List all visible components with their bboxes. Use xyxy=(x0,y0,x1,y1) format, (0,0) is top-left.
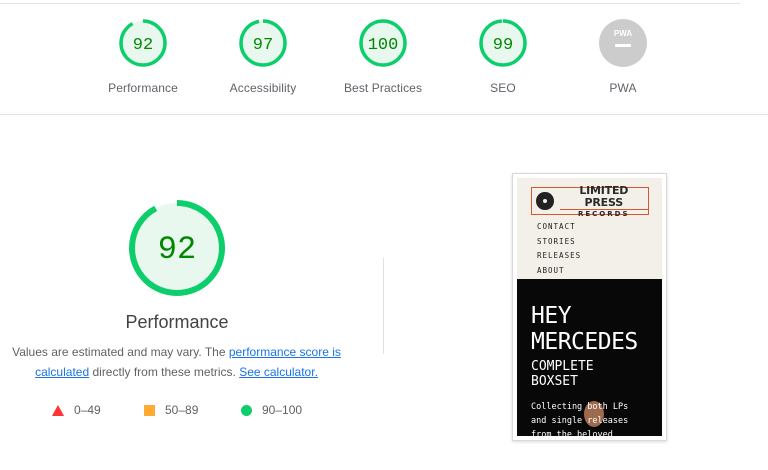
category-gauges: 92 Performance 97 Accessibility 100 Best… xyxy=(0,18,768,108)
gauge-accessibility-ring: 97 xyxy=(239,19,287,67)
final-screenshot[interactable]: LIMITED PRESS RECORDS CONTACT STORIES RE… xyxy=(512,173,667,441)
nav-item: RELEASES xyxy=(537,251,582,261)
svg-text:97: 97 xyxy=(253,36,273,55)
pwa-badge-icon: PWA xyxy=(599,19,647,67)
vertical-divider xyxy=(383,258,384,354)
gauge-best-practices[interactable]: 100 Best Practices xyxy=(323,18,443,95)
svg-text:99: 99 xyxy=(493,36,513,55)
performance-score-value: 92 xyxy=(158,231,196,268)
performance-summary: 92 Performance xyxy=(80,198,274,333)
site-logo: LIMITED PRESS RECORDS xyxy=(531,184,649,218)
gauge-performance[interactable]: 92 Performance xyxy=(83,18,203,95)
svg-text:100: 100 xyxy=(368,36,399,55)
gauge-seo-ring: 99 xyxy=(479,19,527,67)
gauge-label: Best Practices xyxy=(343,81,423,95)
record-icon xyxy=(536,192,554,210)
hero-banner: HEY MERCEDES COMPLETE BOXSET Collecting … xyxy=(517,279,662,436)
hero-body: Collecting both LPs and single releases … xyxy=(531,402,629,436)
site-nav: CONTACT STORIES RELEASES ABOUT xyxy=(537,222,581,280)
legend-pass: 90–100 xyxy=(241,403,302,417)
gauge-performance-ring: 92 xyxy=(119,19,167,67)
section-divider xyxy=(0,114,768,115)
page-screenshot: LIMITED PRESS RECORDS CONTACT STORIES RE… xyxy=(517,178,662,436)
performance-title: Performance xyxy=(125,312,229,332)
orange-square-icon xyxy=(144,404,155,416)
gauge-accessibility[interactable]: 97 Accessibility xyxy=(203,18,323,95)
gauge-label: SEO xyxy=(490,81,516,95)
gauge-pwa[interactable]: PWA PWA xyxy=(563,18,683,95)
gauge-label: Performance xyxy=(108,81,178,95)
nav-item: CONTACT xyxy=(537,222,576,231)
hero-subtitle: COMPLETE BOXSET xyxy=(531,359,594,389)
gauge-best-practices-ring: 100 xyxy=(359,19,407,67)
score-description: Values are estimated and may vary. The p… xyxy=(12,345,341,379)
gauge-seo[interactable]: 99 SEO xyxy=(443,18,563,95)
svg-text:PWA: PWA xyxy=(614,29,632,38)
legend-fail: 0–49 xyxy=(52,403,101,417)
performance-score-gauge: 92 xyxy=(129,200,225,296)
nav-item: STORIES xyxy=(537,236,576,246)
legend-average: 50–89 xyxy=(144,403,198,417)
gauge-label: Accessibility xyxy=(229,81,297,95)
red-triangle-icon xyxy=(52,404,64,416)
green-circle-icon xyxy=(241,404,252,416)
see-calculator-link[interactable]: See calculator. xyxy=(239,365,318,379)
svg-text:92: 92 xyxy=(133,36,153,55)
top-divider xyxy=(0,3,740,4)
hero-title: HEY MERCEDES xyxy=(531,303,638,355)
gauge-label: PWA xyxy=(609,81,637,95)
